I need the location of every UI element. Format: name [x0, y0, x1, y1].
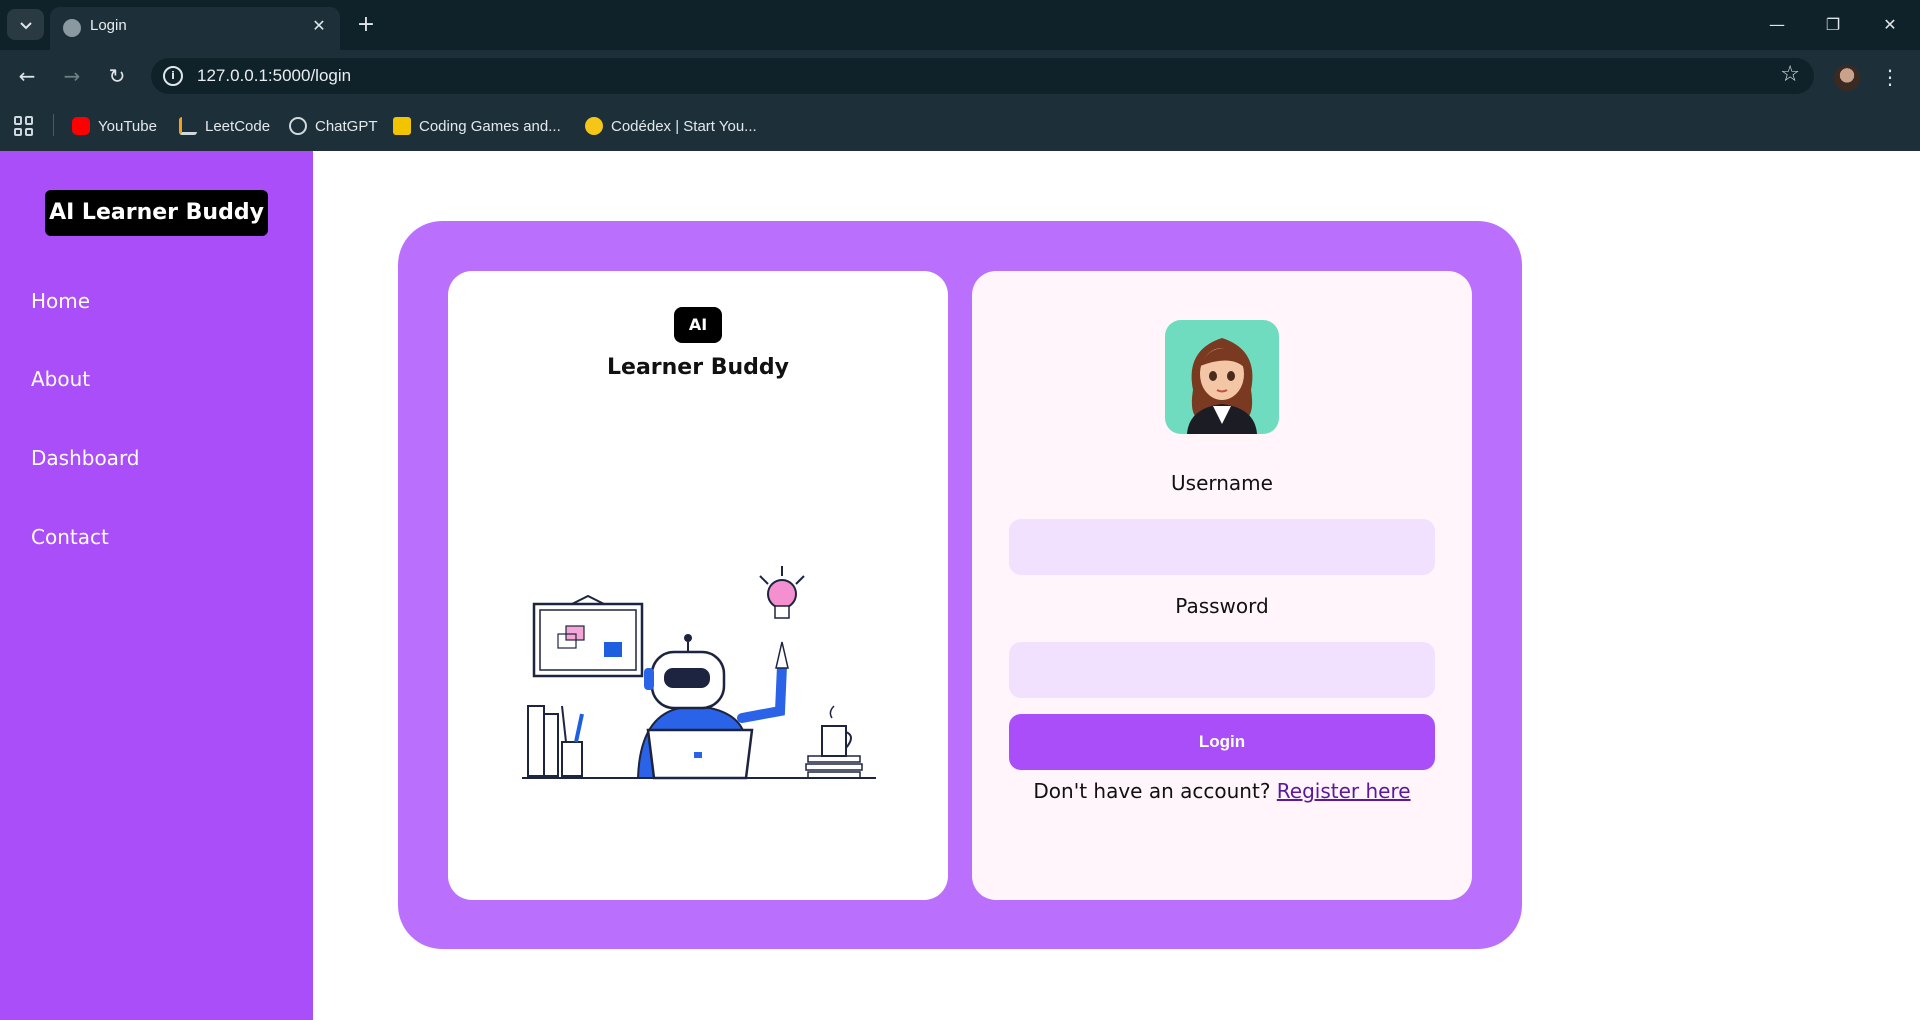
- password-input[interactable]: [1009, 642, 1435, 698]
- bookmark-label: Coding Games and...: [419, 117, 561, 135]
- bookmark-label: LeetCode: [205, 117, 271, 135]
- address-bar[interactable]: i 127.0.0.1:5000/login ☆: [151, 58, 1814, 94]
- tab-bar: Login ✕ + — ❐ ✕: [0, 0, 1920, 50]
- login-card: AI Learner Buddy Username Password Login…: [398, 221, 1522, 949]
- bookmarks-divider: [53, 114, 54, 136]
- brand-logo[interactable]: AI Learner Buddy: [45, 190, 268, 236]
- username-label: Username: [1171, 471, 1273, 495]
- tab-title: Login: [90, 17, 127, 34]
- nav-contact[interactable]: Contact: [31, 525, 109, 549]
- restore-icon[interactable]: ❐: [1813, 10, 1853, 40]
- avatar-illustration: [1187, 338, 1257, 434]
- nav-about[interactable]: About: [31, 367, 90, 391]
- register-link[interactable]: Register here: [1277, 779, 1411, 803]
- login-button[interactable]: Login: [1009, 714, 1435, 770]
- window-close-icon[interactable]: ✕: [1870, 10, 1910, 40]
- bookmark-codedex[interactable]: Codédex | Start You...: [585, 114, 757, 138]
- bookmarks-bar: YouTube LeetCode ChatGPT Coding Games an…: [0, 100, 1920, 151]
- bookmark-youtube[interactable]: YouTube: [72, 114, 157, 138]
- close-tab-icon[interactable]: ✕: [308, 15, 330, 37]
- bookmark-label: YouTube: [98, 117, 157, 135]
- leetcode-icon: [179, 117, 197, 135]
- ai-badge: AI: [674, 307, 722, 343]
- register-prompt: Don't have an account?: [1033, 779, 1271, 803]
- codingame-icon: [393, 117, 411, 135]
- robot-illustration: [522, 566, 876, 780]
- login-panel: Username Password Login Don't have an ac…: [972, 271, 1472, 900]
- user-avatar: [1165, 320, 1279, 434]
- chatgpt-icon: [289, 117, 307, 135]
- bookmark-label: ChatGPT: [315, 117, 378, 135]
- youtube-icon: [72, 117, 90, 135]
- chevron-down-icon: [19, 21, 32, 29]
- bookmark-chatgpt[interactable]: ChatGPT: [289, 114, 378, 138]
- sidebar: AI Learner Buddy Home About Dashboard Co…: [0, 151, 313, 1020]
- url-text[interactable]: 127.0.0.1:5000/login: [197, 66, 351, 86]
- bookmark-label: Codédex | Start You...: [611, 117, 757, 135]
- username-input[interactable]: [1009, 519, 1435, 575]
- browser-tab[interactable]: Login ✕: [50, 7, 340, 50]
- bookmark-codingame[interactable]: Coding Games and...: [393, 114, 561, 138]
- panel-title: Learner Buddy: [607, 355, 789, 380]
- register-prompt-line: Don't have an account? Register here: [972, 779, 1472, 803]
- back-icon[interactable]: ←: [11, 60, 43, 92]
- profile-avatar[interactable]: [1834, 65, 1860, 91]
- intro-panel: AI Learner Buddy: [448, 271, 948, 900]
- site-info-icon[interactable]: i: [163, 66, 183, 86]
- tab-search-button[interactable]: [7, 9, 44, 40]
- bookmark-star-icon[interactable]: ☆: [1780, 62, 1800, 87]
- bookmark-leetcode[interactable]: LeetCode: [179, 114, 270, 138]
- password-label: Password: [1175, 594, 1269, 618]
- nav-dashboard[interactable]: Dashboard: [31, 446, 140, 470]
- minimize-icon[interactable]: —: [1757, 10, 1797, 40]
- browser-toolbar: ← → ↻ i 127.0.0.1:5000/login ☆: [0, 50, 1920, 100]
- forward-icon[interactable]: →: [56, 60, 88, 92]
- apps-grid-icon[interactable]: [14, 116, 34, 136]
- globe-icon: [63, 19, 81, 37]
- browser-menu-icon[interactable]: ⋮: [1880, 62, 1900, 92]
- codedex-icon: [585, 117, 603, 135]
- main-content: AI Learner Buddy Username Password Login…: [313, 151, 1920, 1020]
- reload-icon[interactable]: ↻: [101, 60, 133, 92]
- new-tab-button[interactable]: +: [352, 11, 380, 39]
- nav-home[interactable]: Home: [31, 289, 90, 313]
